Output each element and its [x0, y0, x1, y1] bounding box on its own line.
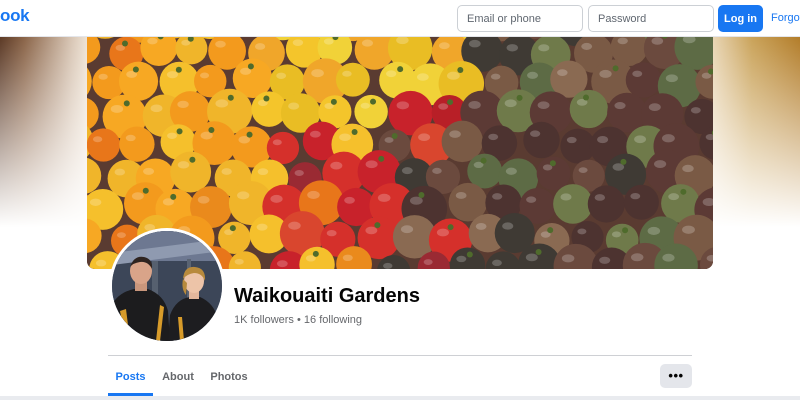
- tab-about[interactable]: About: [158, 358, 198, 396]
- avatar-photo: [112, 231, 222, 341]
- page-title: Waikouaiti Gardens: [234, 285, 420, 307]
- tab-photos[interactable]: Photos: [209, 358, 249, 396]
- profile-picture[interactable]: [109, 228, 225, 344]
- more-options-button[interactable]: •••: [660, 364, 692, 388]
- followers-count[interactable]: 1K followers: [234, 314, 294, 326]
- top-bar: ook Log in Forgot: [0, 0, 800, 37]
- facebook-logo[interactable]: ook: [0, 6, 30, 26]
- following-count[interactable]: 16 following: [304, 314, 362, 326]
- email-field[interactable]: [457, 5, 583, 32]
- password-field[interactable]: [588, 5, 714, 32]
- bottom-strip: [0, 396, 800, 400]
- profile-divider: [108, 355, 692, 356]
- more-horizontal-icon: •••: [668, 368, 684, 383]
- forgot-account-link[interactable]: Forgot: [771, 12, 800, 24]
- follow-counts: 1K followers • 16 following: [234, 314, 362, 326]
- tab-posts[interactable]: Posts: [108, 358, 153, 396]
- separator-dot: •: [296, 314, 301, 326]
- login-button[interactable]: Log in: [718, 5, 763, 32]
